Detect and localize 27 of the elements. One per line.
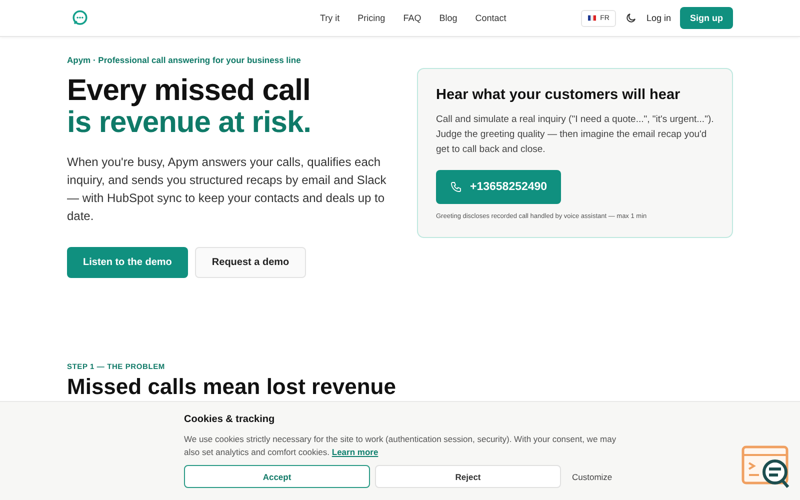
nav-link[interactable]: Try it <box>311 13 349 23</box>
card-text: Call and simulate a real inquiry ("I need a quote...", "it's urgent..."). Judge the greeting quality — then imagine the email recap you'd get to call back and close. <box>436 113 714 157</box>
card-title: Hear what your customers will hear <box>436 87 682 103</box>
request-demo-button[interactable]: Request a demo <box>194 247 306 278</box>
flag-icon <box>588 15 596 21</box>
section-title: Missed calls mean lost revenue <box>67 375 397 399</box>
hero-title: Every missed call is revenue at risk. <box>67 75 312 139</box>
phone-button[interactable]: +13658252490 <box>436 170 562 204</box>
tagline: Apym · Professional call answering for your business line <box>67 55 302 65</box>
reject-button[interactable]: Reject <box>375 465 561 488</box>
accept-button[interactable]: Accept <box>184 465 370 488</box>
learn-more-link[interactable]: Learn more <box>332 447 378 457</box>
login-link[interactable]: Log in <box>646 13 671 23</box>
listen-demo-button[interactable]: Listen to the demo <box>67 247 188 278</box>
nav-link[interactable]: FAQ <box>394 13 430 23</box>
nav-link[interactable]: Contact <box>466 13 516 23</box>
cookie-title: Cookies & tracking <box>184 414 276 425</box>
hero-description: When you're busy, Apym answers your calls, qualifies each inquiry, and sends you structured recaps by email and Slack — with HubSpot sync to keep your contacts and deals up to date. <box>67 154 387 225</box>
browser-search-icon[interactable] <box>741 445 791 489</box>
moon-icon[interactable] <box>625 12 638 24</box>
signup-button[interactable]: Sign up <box>680 7 733 29</box>
nav-link[interactable]: Blog <box>430 13 466 23</box>
phone-icon <box>450 181 462 193</box>
chat-bubble-logo-icon[interactable] <box>72 10 88 26</box>
cookie-text: We use cookies strictly necessary for the site to work (authentication session, security). With your consent, we may also set analytics and comfort cookies. Learn more <box>184 433 618 459</box>
nav-link[interactable]: Pricing <box>348 13 394 23</box>
customize-button[interactable]: Customize <box>566 465 618 488</box>
